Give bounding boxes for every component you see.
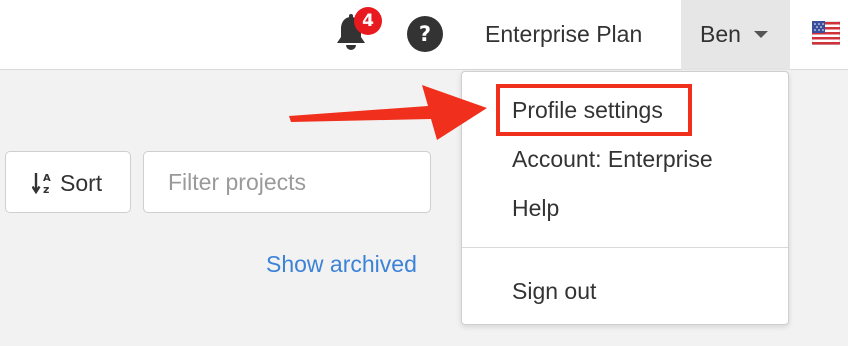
menu-item-sign-out[interactable]: Sign out xyxy=(512,276,596,306)
question-circle-icon: ? xyxy=(418,22,432,46)
annotation-arrow-icon xyxy=(289,85,487,140)
sort-alpha-icon: A z xyxy=(32,173,51,195)
top-navigation-bar: 4 ? Enterprise Plan Ben xyxy=(0,0,848,70)
sort-button-label: Sort xyxy=(60,170,103,196)
us-flag-icon xyxy=(811,20,841,46)
language-selector[interactable] xyxy=(811,20,841,46)
menu-divider xyxy=(462,247,788,248)
plan-link[interactable]: Enterprise Plan xyxy=(485,19,642,49)
user-name: Ben xyxy=(700,21,741,47)
show-archived-link[interactable]: Show archived xyxy=(266,249,417,279)
help-button[interactable]: ? xyxy=(407,16,443,52)
sort-button[interactable]: A z Sort xyxy=(5,151,131,213)
user-menu-button[interactable]: Ben xyxy=(681,0,790,70)
filter-projects-input[interactable] xyxy=(143,151,431,213)
caret-down-icon xyxy=(754,31,768,38)
menu-item-help[interactable]: Help xyxy=(512,193,559,223)
menu-item-account[interactable]: Account: Enterprise xyxy=(512,144,713,174)
svg-text:z: z xyxy=(43,183,49,195)
notification-count-badge: 4 xyxy=(354,7,382,35)
annotation-highlight-box xyxy=(496,84,692,136)
